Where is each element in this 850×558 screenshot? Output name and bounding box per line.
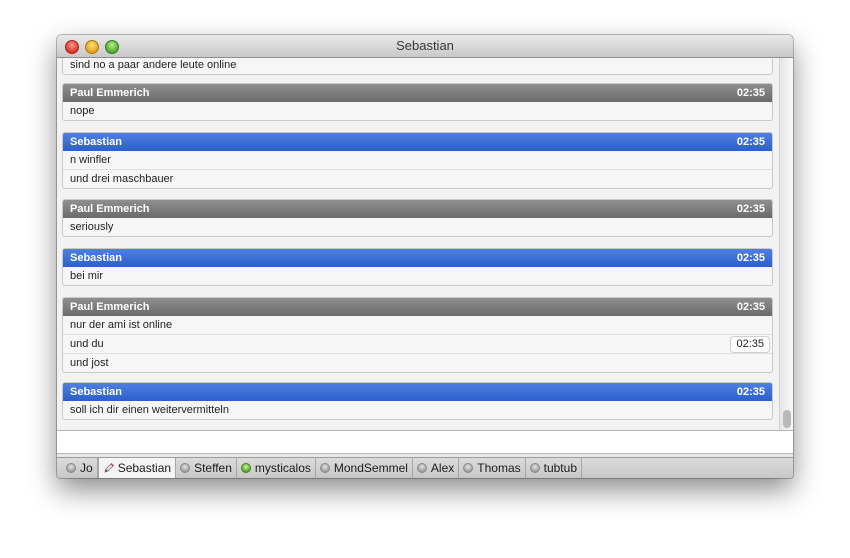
sender-name: Sebastian	[70, 386, 122, 398]
sender-name: Sebastian	[70, 252, 122, 264]
tab-label: Thomas	[477, 461, 521, 475]
message-input[interactable]	[57, 430, 793, 454]
hover-timestamp: 02:35	[730, 336, 770, 353]
chat-content: sind no a paar andere leute online Paul …	[57, 58, 793, 430]
message-time: 02:35	[736, 301, 765, 313]
window-title: Sebastian	[396, 38, 454, 53]
message-block: Sebastian 02:35 bei mir	[62, 248, 773, 286]
message-time: 02:35	[736, 386, 765, 398]
status-idle-icon	[66, 463, 76, 473]
message-line-text: und du	[70, 338, 104, 350]
message-time: 02:35	[736, 252, 765, 264]
status-idle-icon	[319, 463, 330, 473]
message-line: soll ich dir einen weitervermitteln	[70, 404, 229, 416]
message-line: bei mir	[70, 270, 104, 282]
title-bar[interactable]: Sebastian	[57, 35, 793, 58]
message-block: Paul Emmerich 02:35 seriously	[62, 199, 773, 237]
message-line: n winfler	[70, 154, 111, 166]
message-time: 02:35	[736, 87, 765, 99]
message-line: nope	[70, 105, 95, 117]
status-idle-icon	[463, 463, 474, 473]
status-available-icon	[240, 463, 251, 473]
tab-jo[interactable]: Jo	[62, 458, 98, 478]
tab-mondsemmel[interactable]: MondSemmel	[316, 458, 413, 478]
message-line: seriously	[70, 221, 114, 233]
message-header: Paul Emmerich 02:35	[63, 84, 772, 102]
message-header: Sebastian 02:35	[63, 133, 772, 151]
sender-name: Paul Emmerich	[70, 203, 150, 215]
message-header: Paul Emmerich 02:35	[63, 200, 772, 218]
scrollbar-thumb[interactable]	[783, 410, 791, 428]
tab-label: Sebastian	[117, 461, 172, 475]
message-block: Paul Emmerich 02:35 nope	[62, 83, 773, 121]
pencil-icon	[104, 462, 114, 473]
message-time: 02:35	[736, 136, 765, 148]
message-line: und jost	[63, 353, 772, 372]
message-time: 02:35	[736, 203, 765, 215]
chat-tab-bar: Jo Sebastian Steffen mysticalos MondSemm…	[57, 457, 793, 478]
message-header: Paul Emmerich 02:35	[63, 298, 772, 316]
message-line: sind no a paar andere leute online	[70, 59, 237, 71]
tab-label: MondSemmel	[333, 461, 408, 475]
sender-name: Paul Emmerich	[70, 301, 150, 313]
tab-steffen[interactable]: Steffen	[176, 458, 237, 478]
message-header: Sebastian 02:35	[63, 383, 772, 401]
chat-window: Sebastian sind no a paar andere leute on…	[57, 35, 793, 478]
message-line: und drei maschbauer	[63, 169, 772, 188]
tab-thomas[interactable]: Thomas	[459, 458, 526, 478]
sender-name: Paul Emmerich	[70, 87, 150, 99]
message-transcript[interactable]: sind no a paar andere leute online Paul …	[57, 58, 779, 430]
sender-name: Sebastian	[70, 136, 122, 148]
tab-label: Steffen	[194, 461, 232, 475]
message-header: Sebastian 02:35	[63, 249, 772, 267]
status-idle-icon	[180, 463, 191, 473]
status-idle-icon	[416, 463, 427, 473]
tab-label: Alex	[430, 461, 455, 475]
tab-alex[interactable]: Alex	[413, 458, 460, 478]
tab-label: tubtub	[543, 461, 577, 475]
message-block: Paul Emmerich 02:35 nur der ami ist onli…	[62, 297, 773, 373]
tab-sebastian[interactable]: Sebastian	[97, 458, 177, 478]
tab-label: mysticalos	[254, 461, 311, 475]
message-line: und du 02:35	[63, 334, 772, 353]
tab-tubtub[interactable]: tubtub	[526, 458, 582, 478]
transcript-scrollbar[interactable]	[779, 58, 793, 430]
tab-mysticalos[interactable]: mysticalos	[237, 458, 316, 478]
tab-label: Jo	[80, 461, 93, 475]
message-block: Sebastian 02:35 n winfler und drei masch…	[62, 132, 773, 189]
message-line: nur der ami ist online	[70, 319, 173, 331]
status-idle-icon	[529, 463, 540, 473]
message-block: Sebastian 02:35 soll ich dir einen weite…	[62, 382, 773, 420]
message-block-partial: sind no a paar andere leute online	[62, 58, 773, 75]
